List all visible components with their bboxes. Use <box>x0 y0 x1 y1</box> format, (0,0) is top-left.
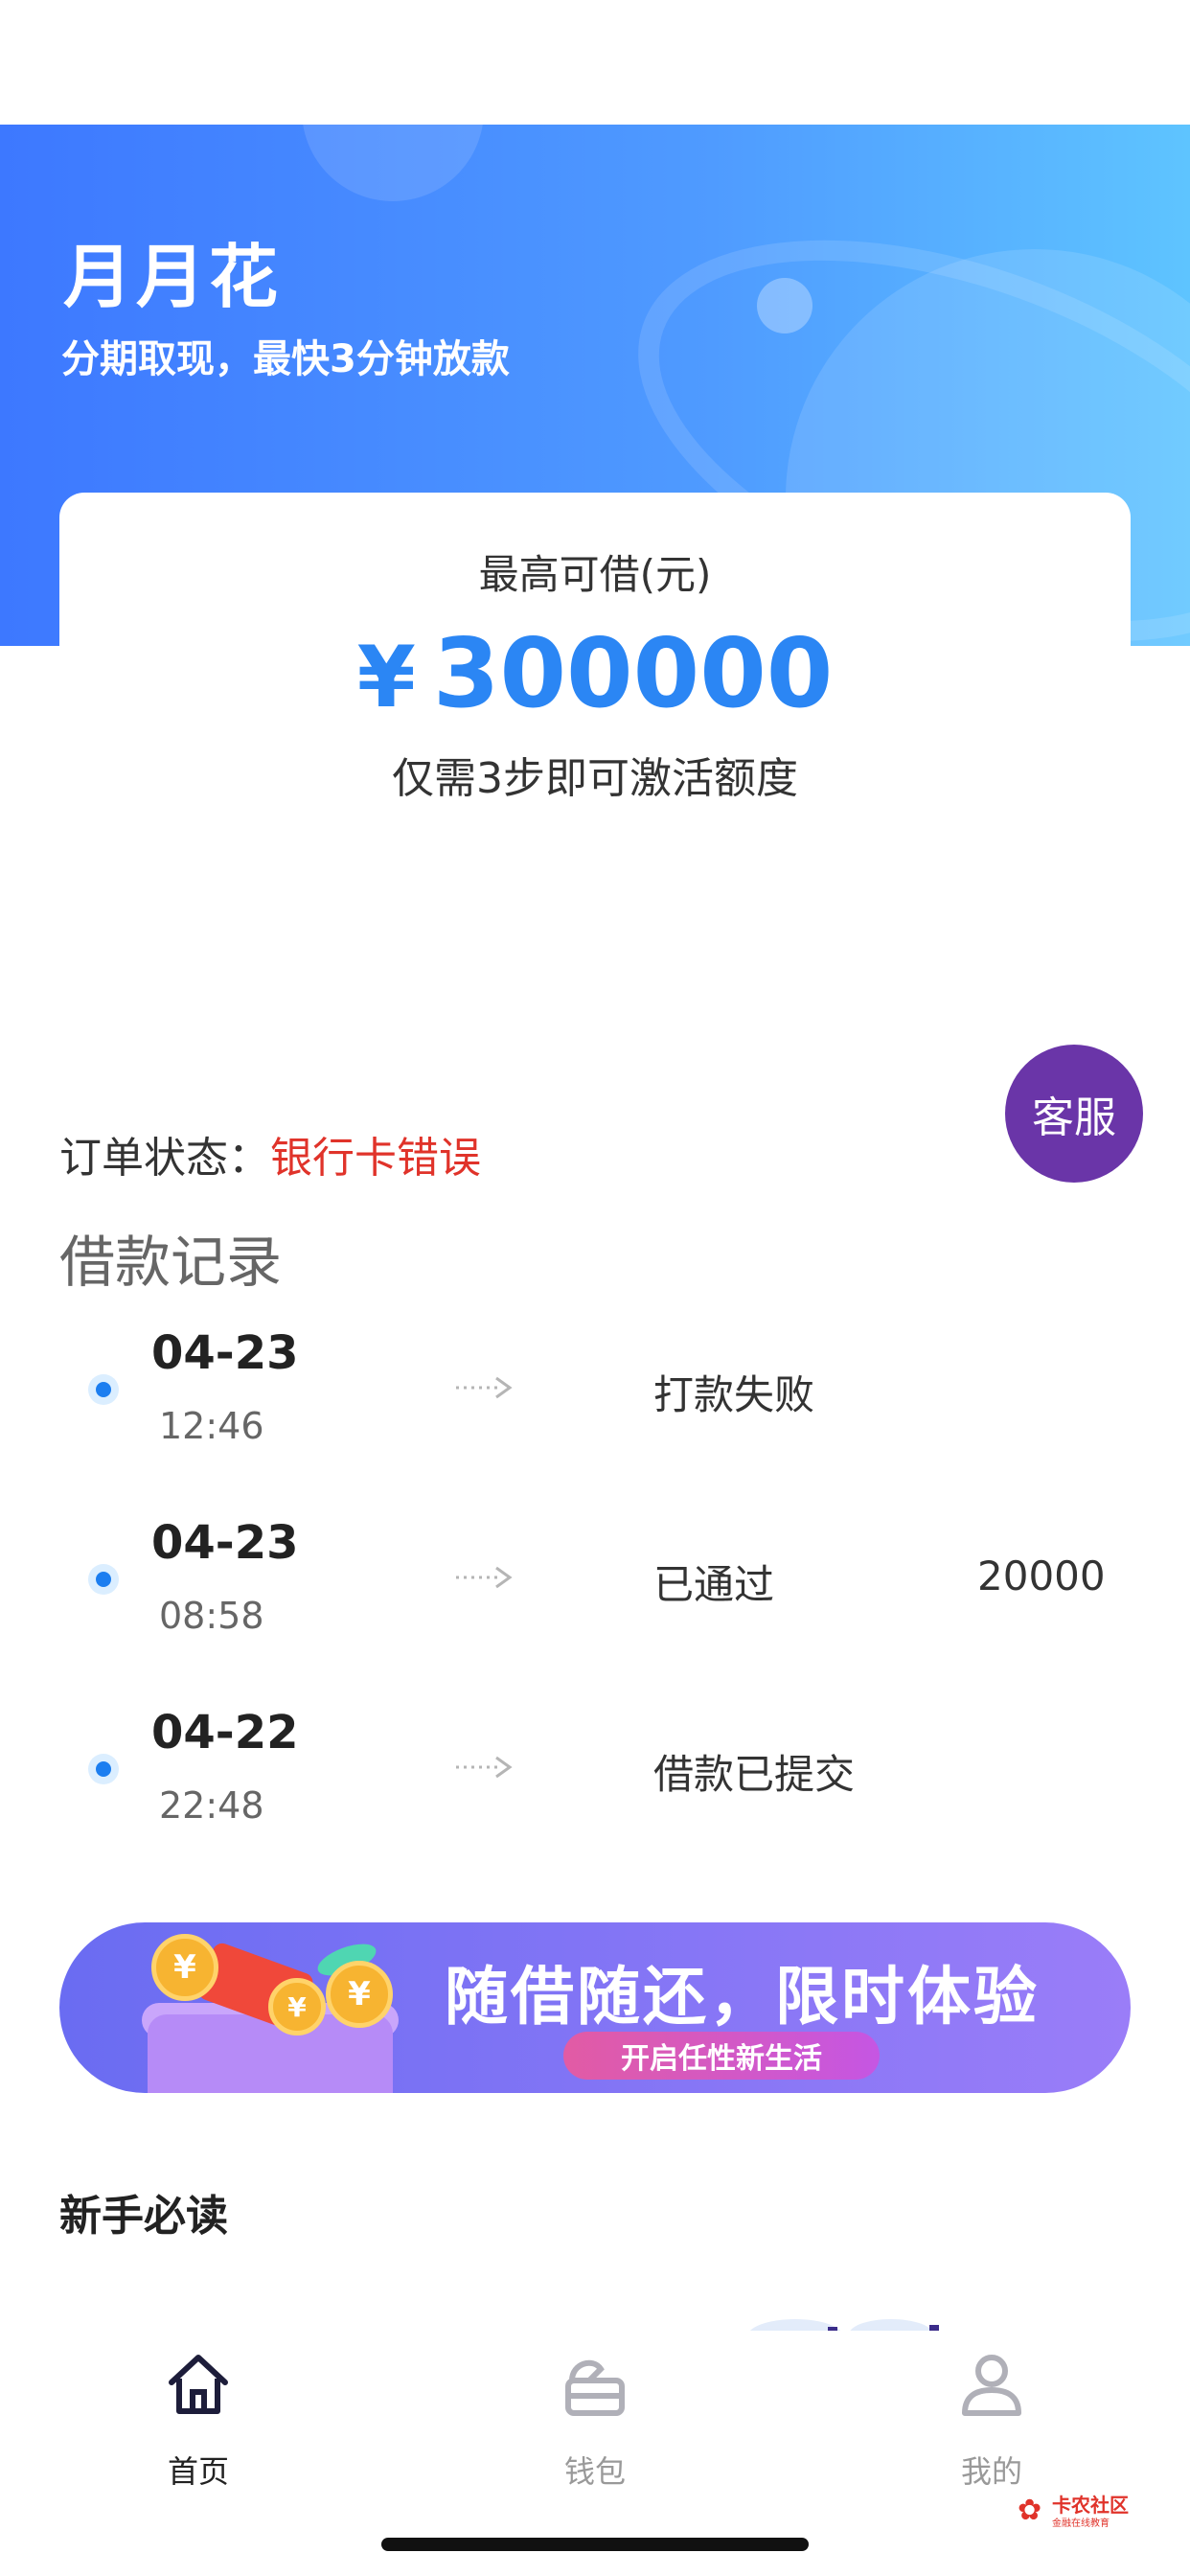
record-status: 打款失败 <box>653 1371 815 1418</box>
limit-amount-value: 300000 <box>432 617 834 729</box>
tab-mine-label: 我的 <box>960 2453 1022 2490</box>
decorative-bubble <box>302 125 484 201</box>
app-subtitle: 分期取现，最快3分钟放款 <box>61 337 510 381</box>
loan-record-row[interactable]: 04-23 08:58 已通过 20000 <box>0 1505 1190 1668</box>
coin-icon: ¥ <box>326 1961 393 2028</box>
record-status: 借款已提交 <box>653 1751 856 1798</box>
coin-icon: ¥ <box>151 1934 218 2001</box>
tab-home-label: 首页 <box>167 2453 229 2490</box>
order-status-label: 订单状态： <box>59 1134 270 1183</box>
loan-record-row[interactable]: 04-22 22:48 借款已提交 <box>0 1694 1190 1857</box>
tab-wallet[interactable]: 钱包 <box>499 2350 691 2490</box>
dotted-arrow-icon <box>456 1756 513 1779</box>
credit-limit-card[interactable]: 最高可借(元) ¥300000 仅需3步即可激活额度 <box>59 493 1131 838</box>
loan-records-title: 借款记录 <box>59 1230 283 1295</box>
app-title: 月月花 <box>63 237 283 317</box>
dotted-arrow-icon <box>456 1566 513 1589</box>
tab-mine[interactable]: 我的 <box>896 2350 1087 2490</box>
tab-home[interactable]: 首页 <box>103 2350 294 2490</box>
wallet-icon <box>565 2359 625 2416</box>
dotted-arrow-icon <box>456 1376 513 1399</box>
limit-label: 最高可借(元) <box>478 551 712 598</box>
home-indicator[interactable] <box>381 2538 809 2551</box>
newbie-guide-title: 新手必读 <box>59 2192 228 2241</box>
user-icon <box>962 2355 1021 2416</box>
record-time: 08:58 <box>159 1595 264 1637</box>
timeline-dot-icon <box>88 1754 119 1784</box>
limit-amount: ¥300000 <box>59 617 1131 729</box>
order-status-value: 银行卡错误 <box>270 1134 481 1183</box>
record-date: 04-22 <box>151 1706 299 1760</box>
record-time: 12:46 <box>159 1405 264 1447</box>
watermark-logo-icon: ✿ <box>1018 2494 1042 2527</box>
record-time: 22:48 <box>159 1784 264 1827</box>
timeline-dot-icon <box>88 1564 119 1595</box>
banner-pill-button[interactable]: 开启任性新生活 <box>563 2032 880 2080</box>
loan-record-row[interactable]: 04-23 12:46 打款失败 <box>0 1315 1190 1478</box>
community-watermark: ✿ 卡农社区 金融在线教育 <box>1018 2490 1140 2530</box>
promo-banner[interactable]: ¥ ¥ ¥ 随借随还，限时体验 开启任性新生活 <box>59 1922 1131 2093</box>
record-date: 04-23 <box>151 1516 299 1570</box>
watermark-text: 卡农社区 <box>1052 2494 1129 2517</box>
tab-wallet-label: 钱包 <box>563 2453 626 2490</box>
record-date: 04-23 <box>151 1326 299 1380</box>
record-status: 已通过 <box>653 1561 775 1608</box>
coin-icon: ¥ <box>268 1978 326 2036</box>
customer-service-button[interactable]: 客服 <box>1005 1045 1143 1183</box>
home-icon <box>169 2355 228 2414</box>
banner-headline: 随借随还，限时体验 <box>445 1960 1040 2034</box>
watermark-subtext: 金融在线教育 <box>1052 2518 1110 2529</box>
record-amount: 20000 <box>977 1552 1106 1599</box>
decorative-moon <box>757 278 812 334</box>
currency-symbol: ¥ <box>356 628 416 726</box>
order-status: 订单状态：银行卡错误 <box>59 1123 481 1184</box>
limit-activation-note: 仅需3步即可激活额度 <box>392 754 798 803</box>
timeline-dot-icon <box>88 1374 119 1405</box>
